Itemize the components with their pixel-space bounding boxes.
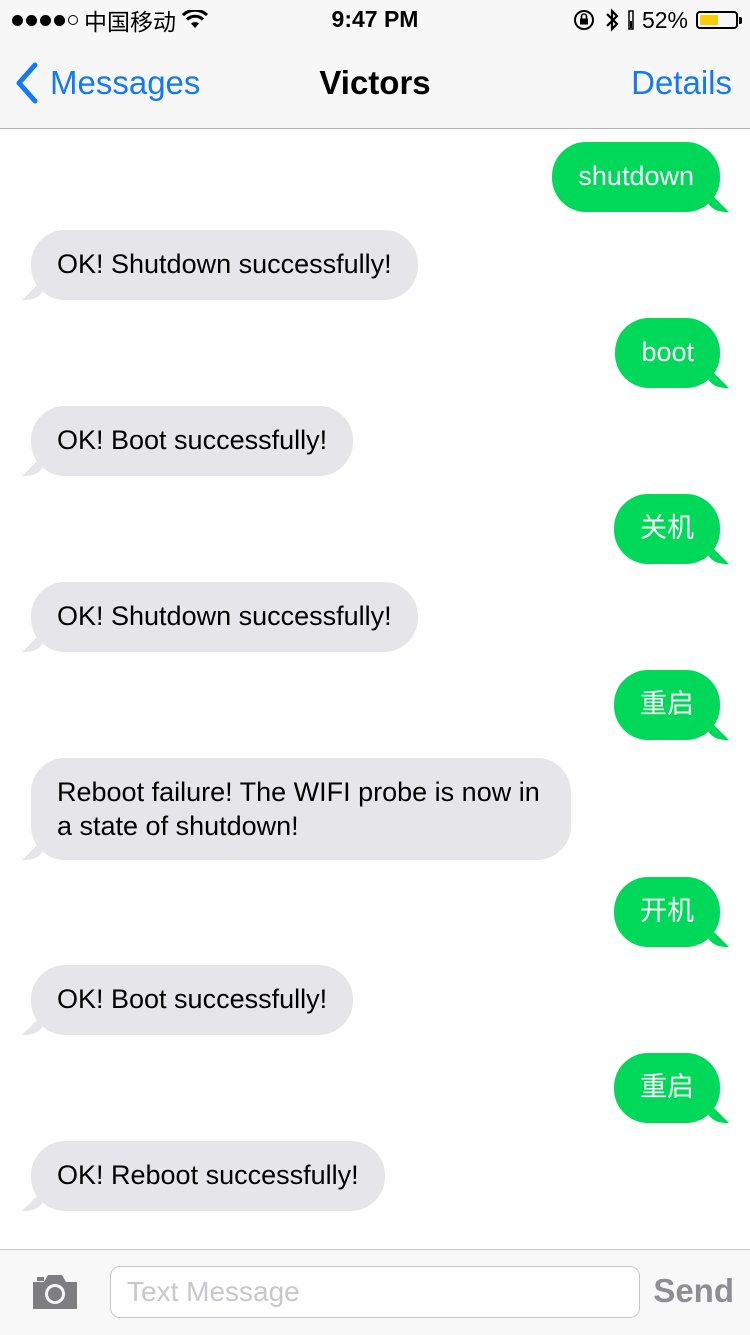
- camera-icon[interactable]: [30, 1272, 80, 1312]
- battery-icon: [696, 11, 742, 29]
- navigation-bar: Messages Victors Details: [0, 40, 750, 129]
- message-bubble-outgoing[interactable]: 重启: [614, 670, 720, 740]
- send-button[interactable]: Send: [653, 1272, 734, 1310]
- message-bubble-incoming[interactable]: Reboot failure! The WIFI probe is now in…: [31, 758, 571, 860]
- rotation-lock-icon: [573, 10, 594, 30]
- message-bubble-outgoing[interactable]: 开机: [614, 877, 720, 947]
- compose-bar: Send: [0, 1249, 750, 1335]
- message-bubble-incoming[interactable]: OK! Boot successfully!: [31, 406, 354, 476]
- message-bubble-incoming[interactable]: OK! Shutdown successfully!: [31, 582, 418, 652]
- message-bubble-outgoing[interactable]: 关机: [614, 494, 720, 564]
- battery-percent: 52%: [641, 6, 688, 33]
- bluetooth-icon: [606, 8, 619, 32]
- charging-indicator-icon: [628, 10, 634, 30]
- message-bubble-incoming[interactable]: OK! Reboot successfully!: [31, 1141, 385, 1211]
- message-bubble-outgoing[interactable]: boot: [615, 318, 720, 388]
- message-text-input[interactable]: [110, 1266, 640, 1318]
- message-bubble-incoming[interactable]: OK! Shutdown successfully!: [31, 230, 418, 300]
- details-button[interactable]: Details: [631, 64, 732, 102]
- status-bar: 中国移动 9:47 PM 52%: [0, 0, 750, 40]
- message-bubble-outgoing[interactable]: 重启: [614, 1053, 720, 1123]
- message-bubble-outgoing[interactable]: shutdown: [552, 142, 720, 212]
- message-thread: shutdown OK! Shutdown successfully! boot…: [0, 129, 750, 1249]
- message-bubble-incoming[interactable]: OK! Boot successfully!: [31, 965, 354, 1035]
- status-right: 52%: [572, 6, 742, 34]
